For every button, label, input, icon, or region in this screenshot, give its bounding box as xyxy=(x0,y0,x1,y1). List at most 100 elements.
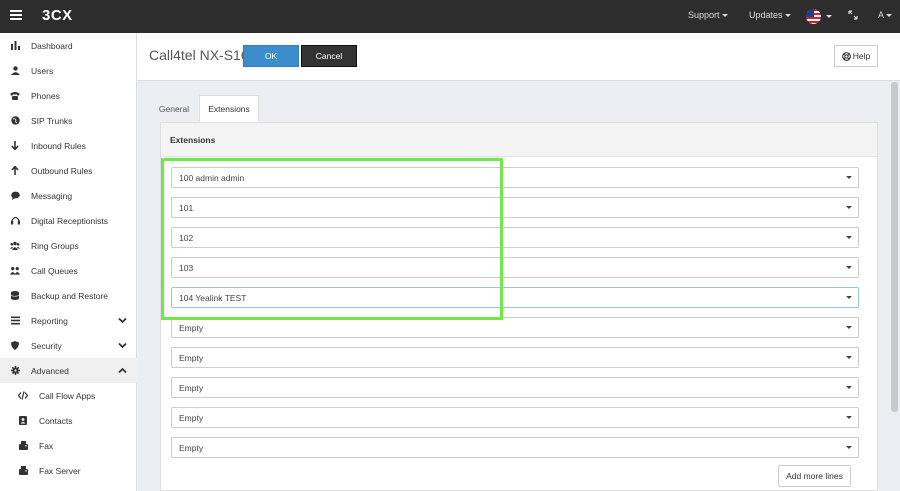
chevron-down-icon xyxy=(846,206,852,209)
fullscreen-icon[interactable] xyxy=(848,10,858,20)
sidebar-item-digital-receptionists[interactable]: Digital Receptionists xyxy=(0,208,137,233)
sidebar-item-sip-trunks[interactable]: SIP Trunks xyxy=(0,108,137,133)
sidebar-item-reporting[interactable]: Reporting xyxy=(0,308,137,333)
updates-label: Updates xyxy=(749,10,783,20)
help-button[interactable]: Help xyxy=(834,45,878,67)
chevron-down-icon xyxy=(846,266,852,269)
sidebar-item-outbound-rules[interactable]: Outbound Rules xyxy=(0,158,137,183)
tab-general[interactable]: General xyxy=(151,95,197,122)
add-more-lines-button[interactable]: Add more lines xyxy=(778,465,851,487)
select-value: 100 admin admin xyxy=(179,172,245,183)
extension-line-select[interactable]: 103 xyxy=(171,257,859,278)
arrow-up-icon xyxy=(10,166,20,176)
sidebar-item-call-queues[interactable]: Call Queues xyxy=(0,258,137,283)
sidebar-item-fax[interactable]: Fax xyxy=(0,433,137,458)
chevron-down-icon xyxy=(846,236,852,239)
headset-icon xyxy=(10,216,20,226)
extensions-panel: Extensions 100 admin admin 101 102 103 1… xyxy=(160,122,878,491)
top-bar: 3CX Support Updates A xyxy=(0,0,900,33)
chevron-down-icon[interactable] xyxy=(826,15,832,18)
sidebar-item-label: Ring Groups xyxy=(31,240,79,251)
cancel-button[interactable]: Cancel xyxy=(301,45,357,67)
fax-icon xyxy=(18,441,28,451)
select-value: 101 xyxy=(179,202,194,213)
sidebar-item-label: Dashboard xyxy=(31,40,73,51)
queue-icon xyxy=(10,266,20,276)
sidebar-item-label: Users xyxy=(31,65,54,76)
extension-line-select[interactable]: 100 admin admin xyxy=(171,167,859,188)
sidebar-item-advanced[interactable]: Advanced xyxy=(0,358,137,383)
sidebar-item-fax-server[interactable]: Fax Server xyxy=(0,458,137,483)
sidebar-item-security[interactable]: Security xyxy=(0,333,137,358)
language-flag-icon[interactable] xyxy=(806,9,821,24)
lifebuoy-icon xyxy=(841,51,851,61)
extension-line-select[interactable]: Empty xyxy=(171,347,859,368)
list-icon xyxy=(10,316,20,326)
sidebar-item-inbound-rules[interactable]: Inbound Rules xyxy=(0,133,137,158)
updates-menu[interactable]: Updates xyxy=(749,10,791,20)
panel-title: Extensions xyxy=(170,135,216,145)
chevron-down-icon xyxy=(784,14,791,18)
extension-line-select[interactable]: Empty xyxy=(171,437,859,458)
panel-header: Extensions xyxy=(161,123,877,157)
sidebar-item-label: SIP Trunks xyxy=(31,115,73,126)
main-content: Call4tel NX-S16 OK Cancel Help General E… xyxy=(137,33,900,491)
sidebar-item-backup-and-restore[interactable]: Backup and Restore xyxy=(0,283,137,308)
chevron-down-icon xyxy=(846,446,852,449)
chevron-up-icon[interactable] xyxy=(118,366,127,375)
sidebar-item-phones[interactable]: Phones xyxy=(0,83,137,108)
sidebar-item-label: Messaging xyxy=(31,190,73,201)
select-value: Empty xyxy=(179,382,204,393)
page-scrollbar[interactable] xyxy=(891,82,898,412)
gear-icon xyxy=(10,366,20,376)
sidebar-item-label: Phones xyxy=(31,90,60,101)
chat-icon xyxy=(10,191,20,201)
extension-line-select[interactable]: 101 xyxy=(171,197,859,218)
sidebar-item-ring-groups[interactable]: Ring Groups xyxy=(0,233,137,258)
support-label: Support xyxy=(688,10,720,20)
phone-icon xyxy=(10,91,20,101)
fax-icon xyxy=(18,466,28,476)
sidebar-item-label: Security xyxy=(31,340,62,351)
sidebar-item-label: Backup and Restore xyxy=(31,290,109,301)
globe-icon xyxy=(10,116,20,126)
sidebar-item-label: Advanced xyxy=(31,365,69,376)
chevron-down-icon[interactable] xyxy=(118,341,127,350)
extension-line-select[interactable]: Empty xyxy=(171,377,859,398)
chevron-down-icon xyxy=(846,326,852,329)
sidebar-item-label: Digital Receptionists xyxy=(31,215,109,226)
hamburger-menu-icon[interactable] xyxy=(10,10,22,22)
sidebar-item-label: Contacts xyxy=(39,415,73,426)
bar-chart-icon xyxy=(10,41,20,51)
page-header: Call4tel NX-S16 OK Cancel Help xyxy=(137,33,900,81)
select-value: 103 xyxy=(179,262,194,273)
group-icon xyxy=(10,241,20,251)
sidebar-item-messaging[interactable]: Messaging xyxy=(0,183,137,208)
ok-button[interactable]: OK xyxy=(243,45,299,67)
chevron-down-icon xyxy=(846,386,852,389)
sidebar-item-call-flow-apps[interactable]: Call Flow Apps xyxy=(0,383,137,408)
shield-icon xyxy=(10,341,20,351)
extension-line-select[interactable]: 104 Yealink TEST xyxy=(171,287,859,308)
sidebar-item-label: Call Queues xyxy=(31,265,78,276)
sidebar-item-dashboard[interactable]: Dashboard xyxy=(0,33,137,58)
page-title: Call4tel NX-S16 xyxy=(149,47,249,63)
contact-icon xyxy=(18,416,28,426)
sidebar-item-label: Fax xyxy=(39,440,54,451)
chevron-down-icon xyxy=(886,14,893,18)
select-value: Empty xyxy=(179,322,204,333)
chevron-down-icon[interactable] xyxy=(118,316,127,325)
sidebar-item-contacts[interactable]: Contacts xyxy=(0,408,137,433)
database-icon xyxy=(10,291,20,301)
sidebar-item-users[interactable]: Users xyxy=(0,58,137,83)
select-value: 102 xyxy=(179,232,194,243)
extension-line-select[interactable]: Empty xyxy=(171,317,859,338)
sidebar: Dashboard Users Phones SIP Trunks Inboun… xyxy=(0,33,137,491)
extension-line-select[interactable]: 102 xyxy=(171,227,859,248)
app-logo[interactable]: 3CX xyxy=(42,7,73,24)
tab-extensions[interactable]: Extensions xyxy=(199,95,259,122)
chevron-down-icon xyxy=(846,176,852,179)
extension-line-select[interactable]: Empty xyxy=(171,407,859,428)
user-menu[interactable]: A xyxy=(878,10,893,20)
support-menu[interactable]: Support xyxy=(688,10,728,20)
